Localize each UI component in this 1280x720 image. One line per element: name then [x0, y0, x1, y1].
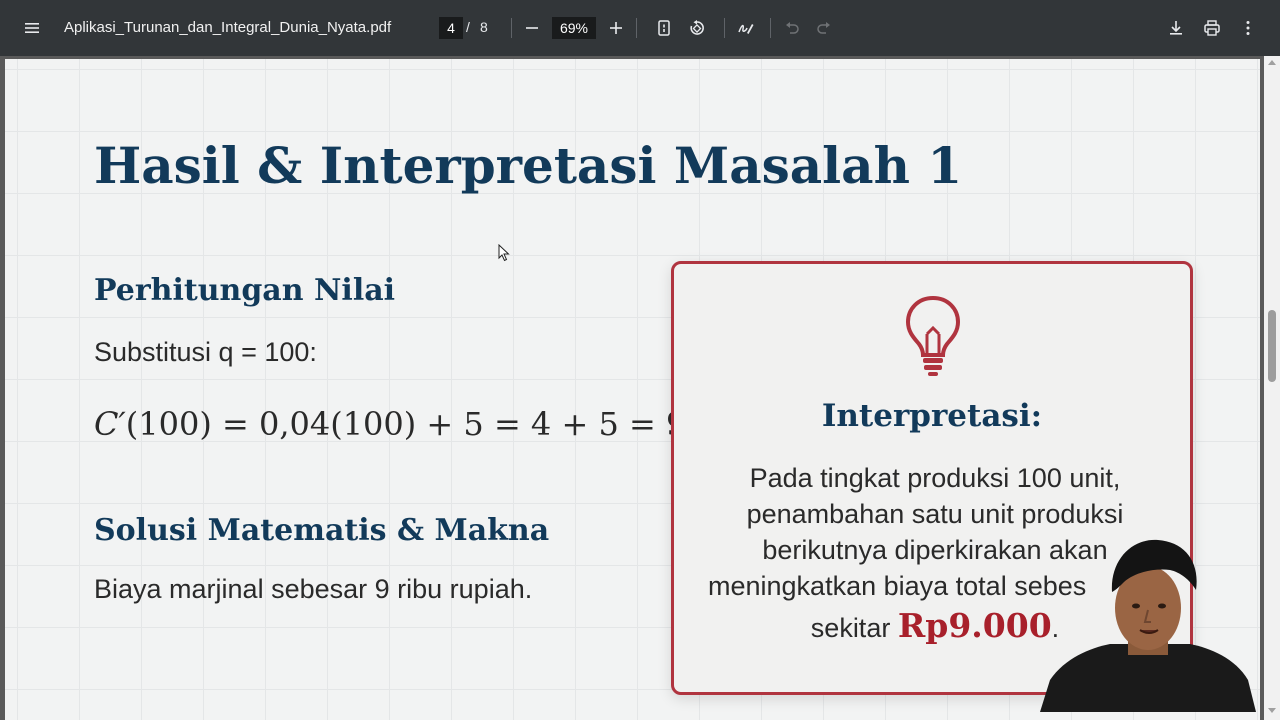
toolbar-divider	[770, 18, 771, 38]
pdf-toolbar: Aplikasi_Turunan_dan_Integral_Dunia_Nyat…	[0, 0, 1280, 56]
redo-icon[interactable]	[810, 14, 838, 42]
scrollbar-thumb[interactable]	[1268, 310, 1276, 382]
section-heading-calculation: Perhitungan Nilai	[94, 273, 396, 308]
page-number-input[interactable]: 4	[439, 17, 463, 39]
print-icon[interactable]	[1198, 14, 1226, 42]
toolbar-divider	[511, 18, 512, 38]
scroll-up-arrow-icon[interactable]	[1268, 60, 1276, 65]
toolbar-divider	[636, 18, 637, 38]
section-heading-solution: Solusi Matematis & Makna	[94, 513, 550, 548]
fit-page-icon[interactable]	[650, 14, 678, 42]
document-filename: Aplikasi_Turunan_dan_Integral_Dunia_Nyat…	[64, 19, 392, 36]
cost-highlight: Rp9.000	[897, 606, 1052, 645]
document-viewer[interactable]: Hasil & Interpretasi Masalah 1 Perhitung…	[0, 56, 1264, 720]
undo-icon[interactable]	[778, 14, 806, 42]
presenter-webcam-overlay	[1040, 539, 1256, 712]
zoom-out-icon[interactable]	[518, 14, 546, 42]
solution-text: Biaya marjinal sebesar 9 ribu rupiah.	[94, 574, 533, 604]
download-icon[interactable]	[1162, 14, 1190, 42]
mouse-cursor-icon	[498, 244, 510, 262]
card-line: penambahan satu unit produksi	[746, 499, 1124, 529]
vertical-scrollbar[interactable]	[1264, 56, 1280, 720]
substitution-text: Substitusi q = 100:	[94, 337, 317, 367]
toolbar-divider	[724, 18, 725, 38]
card-line-prefix: sekitar	[810, 613, 898, 643]
card-line: Pada tingkat produksi 100 unit,	[749, 463, 1121, 493]
slide-title: Hasil & Interpretasi Masalah 1	[94, 136, 963, 195]
hamburger-menu-icon[interactable]	[18, 14, 46, 42]
lightbulb-icon	[905, 295, 961, 376]
formula-function-symbol: C′	[94, 405, 126, 443]
page-total: 8	[480, 19, 488, 35]
annotate-icon[interactable]	[732, 14, 760, 42]
more-options-icon[interactable]	[1234, 14, 1262, 42]
zoom-in-icon[interactable]	[602, 14, 630, 42]
page-separator: /	[466, 19, 470, 35]
formula-expression: (100) = 0,04(100) + 5 = 4 + 5 = 9	[125, 405, 687, 443]
rotate-icon[interactable]	[683, 14, 711, 42]
card-title: Interpretasi:	[821, 398, 1043, 434]
zoom-input[interactable]: 69%	[552, 17, 596, 39]
derivative-formula: C′(100) = 0,04(100) + 5 = 4 + 5 = 9	[94, 405, 686, 443]
scroll-down-arrow-icon[interactable]	[1268, 708, 1276, 713]
